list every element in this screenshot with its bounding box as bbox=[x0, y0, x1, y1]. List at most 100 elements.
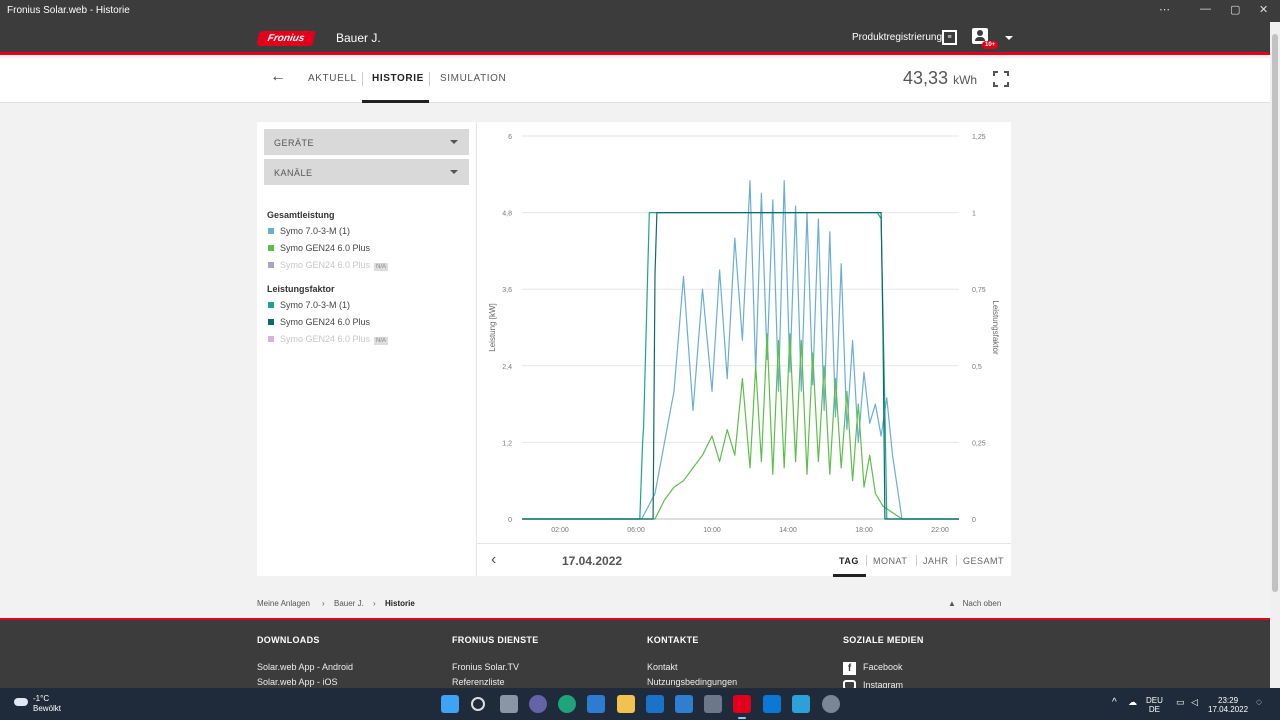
y2-tick-label: 0,25 bbox=[972, 440, 986, 447]
legend-item[interactable]: Symo GEN24 6.0 Plus bbox=[268, 317, 370, 327]
footer-link[interactable]: Fronius Solar.TV bbox=[452, 662, 519, 672]
y2-tick-label: 1 bbox=[972, 211, 976, 218]
weather-temp: -1°C bbox=[33, 694, 50, 703]
volume-icon[interactable]: ◁ bbox=[1191, 698, 1198, 707]
tab-historie[interactable]: HISTORIE bbox=[372, 73, 424, 84]
clock[interactable]: 23:29 17.04.2022 bbox=[1208, 696, 1248, 714]
product-registration-link[interactable]: Produktregistrierung bbox=[852, 32, 942, 43]
selected-date[interactable]: 17.04.2022 bbox=[562, 554, 622, 568]
windows-start-icon[interactable] bbox=[441, 695, 459, 713]
x-tick-label: 10:00 bbox=[703, 527, 721, 534]
legend-item[interactable]: Symo GEN24 6.0 Plus N/A bbox=[268, 334, 389, 345]
back-arrow-icon[interactable]: ← bbox=[270, 68, 286, 86]
chevron-down-icon bbox=[450, 170, 458, 174]
settings-icon[interactable] bbox=[822, 695, 840, 713]
breadcrumb-item[interactable]: Meine Anlagen bbox=[257, 599, 310, 608]
period-jahr[interactable]: JAHR bbox=[923, 556, 949, 566]
footer-link[interactable]: Solar.web App - Android bbox=[257, 662, 353, 672]
footer-link[interactable]: Referenzliste bbox=[452, 677, 505, 687]
solarweb-app-icon[interactable] bbox=[733, 695, 751, 713]
y2-tick-label: 0,75 bbox=[972, 287, 986, 294]
plant-name[interactable]: Bauer J. bbox=[336, 31, 381, 45]
legend-label: Symo 7.0-3-M (1) bbox=[280, 300, 351, 310]
registration-icon[interactable]: ≡ bbox=[942, 30, 957, 45]
page-scrollbar[interactable] bbox=[1270, 22, 1280, 688]
legend-label: Symo GEN24 6.0 Plus bbox=[280, 260, 371, 270]
notification-icon[interactable]: ◌ bbox=[1256, 698, 1262, 708]
legend-swatch bbox=[268, 262, 274, 268]
period-monat[interactable]: MONAT bbox=[873, 556, 907, 566]
window-titlebar: Fronius Solar.web - Historie ⋯ — ▢ ✕ bbox=[0, 0, 1280, 22]
legend-item[interactable]: Symo 7.0-3-M (1) bbox=[268, 226, 350, 236]
x-tick-label: 22:00 bbox=[931, 527, 949, 534]
scrollbar-thumb[interactable] bbox=[1272, 34, 1278, 592]
y-tick-label: 6 bbox=[508, 134, 512, 141]
legend-item[interactable]: Symo GEN24 6.0 Plus N/A bbox=[268, 260, 389, 271]
tab-simulation[interactable]: SIMULATION bbox=[440, 73, 506, 84]
back-to-top-link[interactable]: ▲ Nach oben bbox=[948, 599, 1001, 608]
search-icon[interactable] bbox=[471, 697, 485, 711]
task-view-icon[interactable] bbox=[500, 695, 518, 713]
footer-link[interactable]: Facebook bbox=[863, 662, 903, 672]
chevron-left-icon[interactable]: ‹ bbox=[491, 551, 496, 569]
footer-heading: SOZIALE MEDIEN bbox=[843, 635, 924, 645]
calculator-icon[interactable] bbox=[704, 695, 722, 713]
clock-time: 23:29 bbox=[1218, 696, 1239, 705]
legend-swatch bbox=[268, 336, 274, 342]
channels-dropdown[interactable]: KANÄLE bbox=[264, 159, 469, 185]
maximize-icon[interactable]: ▢ bbox=[1230, 3, 1240, 16]
fronius-logo[interactable]: Fronius bbox=[256, 31, 316, 46]
explorer-icon[interactable] bbox=[617, 695, 635, 713]
legend-item[interactable]: Symo GEN24 6.0 Plus bbox=[268, 243, 370, 253]
weather-widget[interactable]: -1°C Bewölkt bbox=[33, 694, 61, 714]
triangle-up-icon: ▲ bbox=[948, 599, 956, 608]
active-app-indicator bbox=[738, 717, 746, 719]
legend-label: Symo GEN24 6.0 Plus bbox=[280, 243, 371, 253]
period-separator bbox=[916, 555, 917, 566]
footer-link[interactable]: Nutzungsbedingungen bbox=[647, 677, 737, 687]
breadcrumb-separator: › bbox=[322, 599, 325, 608]
chevron-down-icon[interactable] bbox=[1005, 36, 1013, 40]
language-indicator[interactable]: DEU DE bbox=[1146, 696, 1163, 714]
y2-tick-label: 0 bbox=[972, 517, 976, 524]
legend-item[interactable]: Symo 7.0-3-M (1) bbox=[268, 300, 350, 310]
active-tab-indicator bbox=[362, 100, 429, 103]
power-chart[interactable]: 0 1,2 2,4 3,6 4,8 6 0 0,25 0,5 0,75 1 1,25 02:00 06:0… bbox=[477, 122, 1011, 543]
mail-icon[interactable] bbox=[646, 695, 664, 713]
y-tick-label: 2,4 bbox=[502, 364, 512, 371]
teams-icon[interactable] bbox=[529, 695, 547, 713]
chevron-up-icon[interactable]: ^ bbox=[1112, 698, 1117, 708]
onedrive-icon[interactable]: ☁ bbox=[1128, 698, 1137, 707]
back-to-top-label: Nach oben bbox=[962, 599, 1002, 608]
devices-dropdown[interactable]: GERÄTE bbox=[264, 129, 469, 155]
office-icon[interactable] bbox=[763, 695, 781, 713]
legend-swatch bbox=[268, 319, 274, 325]
x-tick-label: 14:00 bbox=[779, 527, 797, 534]
photos-icon[interactable] bbox=[792, 695, 810, 713]
tab-aktuell[interactable]: AKTUELL bbox=[308, 73, 357, 84]
active-period-indicator bbox=[833, 574, 866, 577]
footer-link[interactable]: Solar.web App - iOS bbox=[257, 677, 338, 687]
more-icon[interactable]: ⋯ bbox=[1159, 3, 1170, 16]
na-badge: N/A bbox=[374, 337, 389, 345]
period-tag[interactable]: TAG bbox=[839, 556, 859, 566]
network-icon[interactable]: ▭ bbox=[1176, 698, 1185, 707]
legend-swatch bbox=[268, 245, 274, 251]
footer-link[interactable]: Kontakt bbox=[647, 662, 678, 672]
breadcrumb-item[interactable]: Bauer J. bbox=[334, 599, 364, 608]
y2-tick-label: 0,5 bbox=[972, 364, 982, 371]
language-code: DEU bbox=[1146, 696, 1163, 705]
channels-dropdown-label: KANÄLE bbox=[274, 168, 313, 178]
x-tick-label: 18:00 bbox=[855, 527, 873, 534]
legend-group-title: Leistungsfaktor bbox=[267, 284, 335, 294]
facebook-icon[interactable]: f bbox=[843, 662, 856, 675]
calendar-icon[interactable] bbox=[675, 695, 693, 713]
close-icon[interactable]: ✕ bbox=[1259, 3, 1268, 16]
minimize-icon[interactable]: — bbox=[1200, 3, 1211, 15]
period-gesamt[interactable]: GESAMT bbox=[963, 556, 1004, 566]
edge-icon[interactable] bbox=[558, 695, 576, 713]
energy-value: 43,33 bbox=[903, 68, 949, 88]
store-icon[interactable] bbox=[587, 695, 605, 713]
nav-bar: ← AKTUELL HISTORIE SIMULATION 43,33 kWh bbox=[0, 58, 1270, 103]
fullscreen-icon[interactable] bbox=[993, 71, 1009, 87]
